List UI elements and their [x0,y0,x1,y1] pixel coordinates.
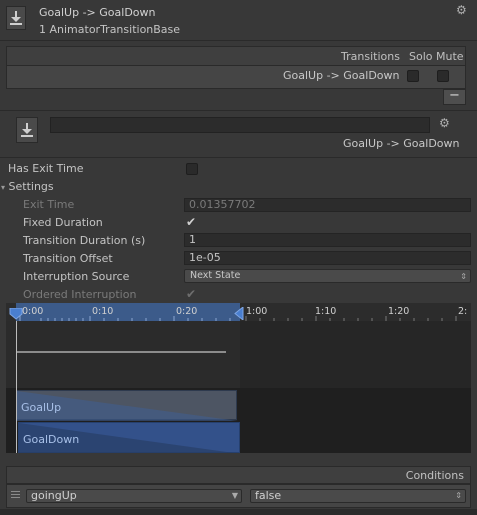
condition-row: goingUp ▼ false ⇕ [6,484,471,508]
transitions-header-label: Transitions [341,50,400,63]
condition-parameter-value: goingUp [31,489,77,502]
transition-end-marker-icon[interactable] [234,307,244,320]
settings-foldout[interactable]: ▾ Settings [1,180,54,193]
inspector-gear-icon[interactable]: ⚙ [439,116,450,130]
transition-timeline[interactable]: 0:00 0:10 0:20 1:00 1:10 1:20 2: GoalUp … [6,303,471,453]
inspector-divider [0,157,477,158]
solo-checkbox[interactable] [407,70,419,82]
transition-label: GoalUp -> GoalDown [343,137,460,150]
tick-label: 1:10 [315,306,337,317]
from-state-clip[interactable]: GoalUp [16,390,238,421]
has-exit-time-checkbox[interactable] [186,163,198,175]
transitions-list: GoalUp -> GoalDown [6,65,466,89]
tick-label: 0:10 [92,306,114,317]
transition-offset-field[interactable]: 1e-05 [184,251,471,265]
settings-label: Settings [8,180,54,193]
header-divider [0,40,477,41]
tick-label: 0:00 [22,306,44,317]
mute-header-label: Mute [436,50,464,63]
has-exit-time-label: Has Exit Time [8,162,84,175]
ordered-interruption-checkbox: ✔ [186,287,197,301]
transition-duration-field[interactable]: 1 [184,233,471,247]
tick-label: 0:20 [176,306,198,317]
from-state-label: GoalUp [21,401,62,414]
header-title: GoalUp -> GoalDown [39,6,156,19]
interruption-source-value: Next State [190,270,241,281]
conditions-header: Conditions [6,466,471,484]
remove-transition-button[interactable]: − [443,89,466,105]
transition-icon [6,6,26,30]
tick-label: 1:00 [246,306,268,317]
fixed-duration-label: Fixed Duration [23,216,103,229]
transition-duration-label: Transition Duration (s) [23,234,146,247]
drag-handle-icon[interactable] [11,491,20,492]
list-item[interactable]: GoalUp -> GoalDown [7,66,465,88]
interruption-source-label: Interruption Source [23,270,130,283]
transition-row-name: GoalUp -> GoalDown [283,69,400,82]
mute-checkbox[interactable] [437,70,449,82]
to-state-clip[interactable]: GoalDown [18,422,240,453]
conditions-header-label: Conditions [405,469,464,482]
dropdown-arrow-icon: ▼ [231,491,238,500]
tick-label: 1:20 [388,306,410,317]
transition-name-input[interactable] [50,117,430,133]
condition-value: false [255,489,282,502]
transitions-list-header: Transitions Solo Mute [6,46,466,66]
download-arrow-icon [21,123,33,137]
transition-start-marker-icon[interactable] [9,308,23,320]
condition-value-dropdown[interactable]: false ⇕ [250,489,466,503]
section-divider [0,110,477,111]
to-state-label: GoalDown [23,433,80,446]
gear-icon[interactable]: ⚙ [456,3,467,17]
preview-bar [0,509,477,515]
updown-arrow-icon: ⇕ [460,272,467,281]
solo-header-label: Solo [409,50,433,63]
playhead-line [16,321,17,453]
timeline-outside-region [240,321,471,388]
updown-arrow-icon: ⇕ [455,491,462,500]
fixed-duration-checkbox[interactable]: ✔ [186,215,196,229]
transition-inspector-icon [16,117,38,143]
foldout-arrow-icon: ▾ [1,183,6,192]
exit-time-field: 0.01357702 [184,198,471,212]
header-subtitle: 1 AnimatorTransitionBase [39,23,181,36]
download-arrow-icon [10,11,22,25]
tick-label: 2: [458,306,468,317]
condition-parameter-dropdown[interactable]: goingUp ▼ [26,489,242,503]
parameter-curve [16,351,226,353]
exit-time-label: Exit Time [23,198,75,211]
transition-offset-label: Transition Offset [23,252,113,265]
interruption-source-dropdown[interactable]: Next State ⇕ [184,269,471,283]
ordered-interruption-label: Ordered Interruption [23,288,137,301]
